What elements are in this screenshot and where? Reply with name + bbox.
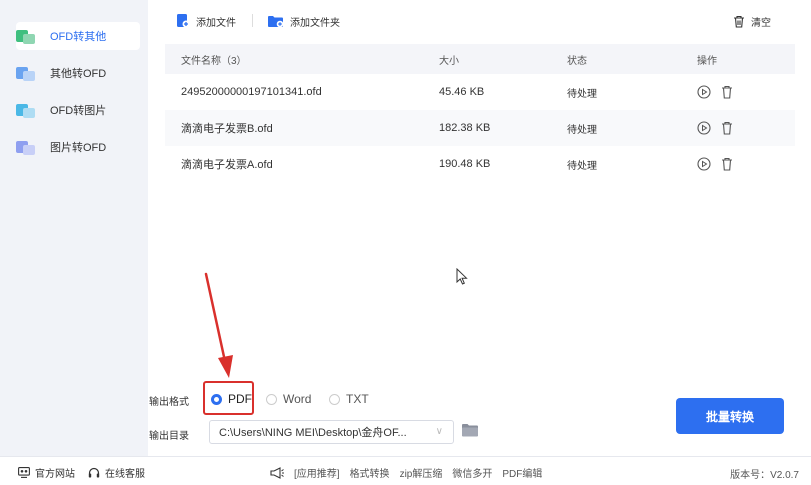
website-link[interactable]: 官方网站: [18, 465, 75, 480]
website-label: 官方网站: [35, 469, 75, 480]
clear-button[interactable]: 清空: [733, 12, 771, 30]
add-file-button[interactable]: 添加文件: [176, 12, 236, 30]
promo-link-wechat[interactable]: 微信多开: [452, 465, 492, 480]
format-radio-word[interactable]: Word: [266, 387, 311, 411]
megaphone-icon: [270, 466, 284, 479]
table-row: 24952000000197101341.ofd 45.46 KB 待处理: [165, 74, 795, 110]
file-convert-icon: [16, 65, 36, 81]
output-dir-label: 输出目录: [149, 431, 189, 442]
add-folder-label: 添加文件夹: [290, 17, 340, 29]
sidebar-item-label: 图片转OFD: [50, 142, 107, 154]
mouse-cursor-icon: [456, 268, 468, 285]
output-dir-select[interactable]: C:\Users\NING MEI\Desktop\金舟OF... ∨: [209, 420, 454, 444]
sidebar-item-label: 其他转OFD: [50, 68, 107, 80]
ofd-convert-icon: [16, 28, 36, 44]
play-icon[interactable]: [697, 157, 711, 171]
sidebar-item-other-to-ofd[interactable]: 其他转OFD: [16, 59, 140, 87]
footer: 官方网站 在线客服 [应用推荐] 格式转换 zip解压缩 微信多开 PDF编辑 …: [0, 456, 811, 485]
file-name: 24952000000197101341.ofd: [181, 86, 322, 98]
trash-icon: [734, 15, 744, 28]
add-file-icon: [177, 14, 190, 28]
file-status: 待处理: [567, 124, 597, 136]
headset-icon: [88, 467, 100, 477]
image-convert-icon: [16, 102, 36, 118]
support-link[interactable]: 在线客服: [88, 465, 145, 480]
monitor-icon: [18, 467, 30, 478]
delete-icon[interactable]: [721, 85, 733, 99]
file-size: 190.48 KB: [439, 158, 491, 170]
table-row: 滴滴电子发票A.ofd 190.48 KB 待处理: [165, 146, 795, 182]
file-size: 45.46 KB: [439, 86, 485, 98]
header-status: 状态: [567, 55, 587, 67]
clear-label: 清空: [751, 17, 771, 29]
chevron-down-icon: ∨: [435, 426, 443, 437]
header-actions: 操作: [697, 55, 717, 67]
toolbar-divider: [252, 14, 253, 27]
folder-icon[interactable]: [462, 423, 478, 437]
add-folder-icon: [268, 16, 284, 28]
header-filename: 文件名称（3）: [181, 55, 247, 67]
format-option-label: Word: [283, 392, 312, 406]
output-dir-value: C:\Users\NING MEI\Desktop\金舟OF...: [219, 427, 407, 439]
row-actions: [697, 146, 733, 182]
header-size: 大小: [439, 55, 459, 67]
version-label: 版本号：V2.0.7: [730, 470, 799, 481]
file-name: 滴滴电子发票A.ofd: [181, 159, 273, 171]
table-row: 滴滴电子发票B.ofd 182.38 KB 待处理: [165, 110, 795, 146]
support-label: 在线客服: [105, 469, 145, 480]
delete-icon[interactable]: [721, 121, 733, 135]
promo-link-zip[interactable]: zip解压缩: [400, 465, 443, 480]
promo-link-format-convert[interactable]: 格式转换: [350, 465, 390, 480]
image-file-icon: [16, 139, 36, 155]
annotation-arrow-icon: [204, 272, 233, 378]
app-recommendations: [应用推荐] 格式转换 zip解压缩 微信多开 PDF编辑: [270, 465, 542, 480]
sidebar-item-ofd-to-other[interactable]: OFD转其他: [16, 22, 140, 50]
play-icon[interactable]: [697, 121, 711, 135]
radio-dot: [329, 393, 340, 405]
file-name: 滴滴电子发票B.ofd: [181, 123, 273, 135]
row-actions: [697, 74, 733, 110]
file-size: 182.38 KB: [439, 122, 491, 134]
play-icon[interactable]: [697, 85, 711, 99]
output-format-label: 输出格式: [149, 397, 189, 408]
sidebar-item-label: OFD转其他: [50, 31, 107, 43]
sidebar-item-image-to-ofd[interactable]: 图片转OFD: [16, 133, 140, 161]
radio-dot: [266, 393, 277, 405]
file-table: 文件名称（3） 大小 状态 操作 24952000000197101341.of…: [165, 44, 795, 182]
format-radio-txt[interactable]: TXT: [329, 387, 369, 411]
annotation-highlight-box: [203, 381, 254, 415]
batch-convert-button[interactable]: 批量转换: [676, 398, 784, 434]
sidebar-item-ofd-to-image[interactable]: OFD转图片: [16, 96, 140, 124]
format-option-label: TXT: [346, 392, 369, 406]
promo-link-pdf-edit[interactable]: PDF编辑: [502, 465, 542, 480]
sidebar-item-label: OFD转图片: [50, 105, 107, 117]
sidebar: OFD转其他 其他转OFD OFD转图片 图片转OFD: [0, 0, 148, 456]
file-status: 待处理: [567, 160, 597, 172]
table-header: 文件名称（3） 大小 状态 操作: [165, 44, 795, 74]
delete-icon[interactable]: [721, 157, 733, 171]
promo-label: [应用推荐]: [294, 469, 340, 480]
add-folder-button[interactable]: 添加文件夹: [268, 12, 340, 30]
add-file-label: 添加文件: [196, 17, 236, 29]
row-actions: [697, 110, 733, 146]
file-status: 待处理: [567, 88, 597, 100]
